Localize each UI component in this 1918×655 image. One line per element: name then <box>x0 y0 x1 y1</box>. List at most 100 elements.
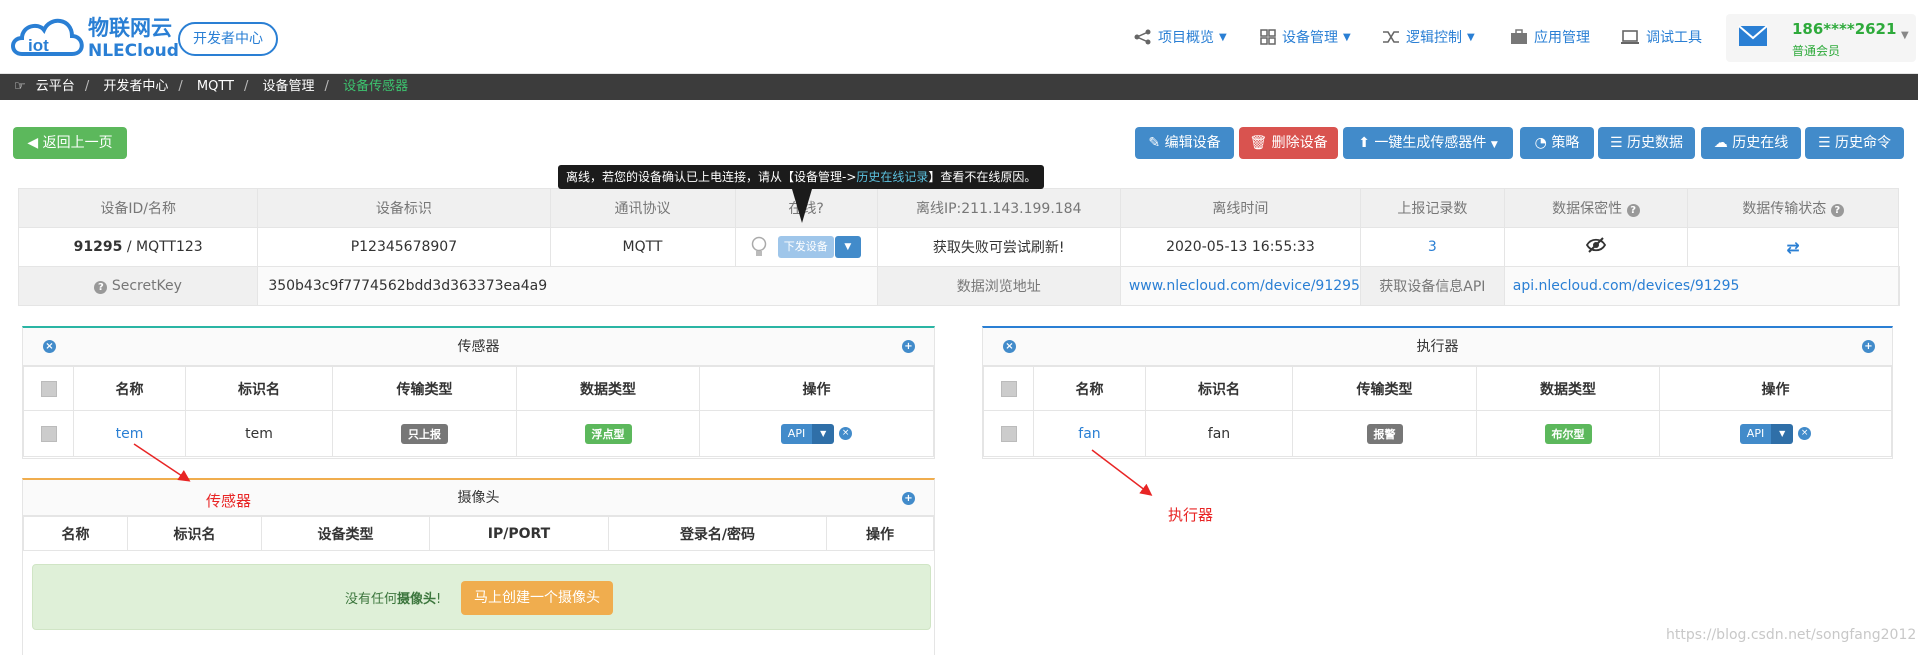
add-circle-icon[interactable]: + <box>902 492 915 505</box>
button-label: 历史数据 <box>1627 135 1683 151</box>
offline-ip-value: 获取失败可尝试刷新! <box>876 227 1121 267</box>
nav-label: 逻辑控制 <box>1406 30 1462 46</box>
mail-icon <box>1738 25 1768 46</box>
brand-en: NLECloud <box>88 41 179 61</box>
operations: API ▼ × <box>1659 410 1892 457</box>
nav-label: 调试工具 <box>1646 30 1702 46</box>
secret-key-value: 350b43c9f7774562bdd3d363373ea4a9 <box>257 266 878 306</box>
caret-down-icon[interactable]: ▼ <box>1771 423 1794 444</box>
eye-slash-icon[interactable] <box>1585 237 1607 253</box>
brand[interactable]: 物联网云 NLECloud <box>88 16 179 62</box>
column-header: 名称 <box>73 366 186 411</box>
column-header: 离线时间 <box>1119 188 1361 228</box>
empty-text: ! <box>436 592 442 607</box>
nav-label: 项目概览 <box>1158 30 1214 46</box>
api-url-link[interactable]: api.nlecloud.com/devices/91295 <box>1503 266 1900 306</box>
device-id: 91295 <box>73 239 123 255</box>
edit-icon: ✎ <box>1148 135 1161 151</box>
issue-device-button[interactable]: 下发设备 <box>777 236 834 258</box>
sensors-title: 传感器 <box>23 328 934 366</box>
watermark: https://blog.csdn.net/songfang2012 <box>1666 627 1917 643</box>
annotation-actuator: 执行器 <box>1168 506 1214 524</box>
breadcrumb-item[interactable]: 云平台 <box>36 79 75 94</box>
briefcase-icon <box>1511 29 1527 44</box>
breadcrumb-item[interactable]: MQTT <box>197 79 234 94</box>
question-icon[interactable]: ? <box>1830 204 1844 217</box>
add-circle-icon[interactable]: + <box>1862 340 1875 353</box>
nav-project-overview[interactable]: 项目概览 ▼ <box>1134 25 1227 49</box>
select-all-checkbox[interactable] <box>983 366 1034 411</box>
caret-down-icon: ▼ <box>1343 31 1351 43</box>
add-circle-icon[interactable]: + <box>902 340 915 353</box>
user-menu[interactable]: 186****2621 普通会员 ▼ <box>1726 14 1916 62</box>
button-label: 一键生成传感器件 <box>1374 135 1487 151</box>
empty-cell <box>1898 266 1900 306</box>
cloud-logo-icon[interactable]: iot <box>8 8 90 64</box>
cameras-panel: 摄像头 + 名称 标识名 设备类型 IP/PORT 登录名/密码 操作 没有任何… <box>22 478 935 655</box>
breadcrumb: ☞ 云平台 / 开发者中心 / MQTT / 设备管理 / 设备传感器 <box>0 74 1918 100</box>
breadcrumb-item[interactable]: 设备管理 <box>263 79 315 94</box>
generate-sensors-button[interactable]: ⬆ 一键生成传感器件 ▼ <box>1343 127 1513 159</box>
question-icon[interactable]: ? <box>94 281 108 294</box>
delete-circle-icon[interactable]: × <box>839 427 853 440</box>
dtype-badge: 布尔型 <box>1544 423 1592 444</box>
close-circle-icon[interactable]: × <box>1003 340 1016 353</box>
row-checkbox[interactable] <box>23 410 74 457</box>
data-type: 布尔型 <box>1476 410 1660 457</box>
actuators-title: 执行器 <box>983 328 1892 366</box>
data-privacy <box>1503 227 1689 267</box>
online-status: 下发设备 ▼ <box>734 227 878 267</box>
history-online-button[interactable]: ☁ 历史在线 <box>1701 127 1801 159</box>
transfer-type: 报警 <box>1292 410 1477 457</box>
nav-debug-tools[interactable]: 调试工具 <box>1620 25 1702 49</box>
button-label: 历史在线 <box>1732 135 1789 151</box>
history-online-link[interactable]: 历史在线记录 <box>856 170 928 184</box>
report-count-link[interactable]: 3 <box>1359 227 1505 267</box>
exchange-icon[interactable]: ⇄ <box>1786 238 1799 257</box>
brand-cn: 物联网云 <box>88 16 172 40</box>
select-all-checkbox[interactable] <box>23 366 74 411</box>
nav-app-management[interactable]: 应用管理 <box>1510 25 1590 49</box>
header-label: 数据保密性 <box>1552 201 1623 217</box>
offline-time: 2020-05-13 16:55:33 <box>1119 227 1361 267</box>
cameras-table: 名称 标识名 设备类型 IP/PORT 登录名/密码 操作 <box>23 516 934 551</box>
developer-center-button[interactable]: 开发者中心 <box>178 22 278 56</box>
caret-down-icon: ▼ <box>1490 140 1498 150</box>
back-button[interactable]: ◀ 返回上一页 <box>13 127 127 159</box>
browse-url-label: 数据浏览地址 <box>876 266 1121 306</box>
question-icon[interactable]: ? <box>1626 204 1640 217</box>
strategy-button[interactable]: ◔ 策略 <box>1520 127 1594 159</box>
button-label: 编辑设备 <box>1164 135 1221 151</box>
edit-device-button[interactable]: ✎ 编辑设备 <box>1135 127 1234 159</box>
button-label: 历史命令 <box>1835 135 1891 151</box>
nav-logic-control[interactable]: 逻辑控制 ▼ <box>1382 25 1475 49</box>
transfer-badge: 报警 <box>1366 423 1403 444</box>
column-header: 设备类型 <box>261 516 430 551</box>
create-camera-button[interactable]: 马上创建一个摄像头 <box>461 581 613 615</box>
column-header: 数据传输状态 ? <box>1687 188 1899 228</box>
row-checkbox[interactable] <box>983 410 1034 457</box>
share-nodes-icon <box>1134 29 1151 45</box>
history-data-button[interactable]: ☰ 历史数据 <box>1598 127 1695 159</box>
breadcrumb-item[interactable]: 开发者中心 <box>103 79 168 94</box>
column-header: 通讯协议 <box>549 188 736 228</box>
actuator-ident: fan <box>1145 410 1293 457</box>
history-command-button[interactable]: ☰ 历史命令 <box>1805 127 1904 159</box>
delete-device-button[interactable]: 🗑 删除设备 <box>1239 127 1338 159</box>
column-header: 名称 <box>23 516 128 551</box>
button-label: 删除设备 <box>1271 135 1328 151</box>
browse-url-link[interactable]: www.nlecloud.com/device/91295 <box>1119 266 1361 306</box>
tooltip-text: 离线，若您的设备确认已上电连接，请从【设备管理-> <box>566 170 857 184</box>
delete-circle-icon[interactable]: × <box>1798 427 1812 440</box>
caret-down-icon[interactable]: ▼ <box>834 236 861 258</box>
transfer-type: 只上报 <box>332 410 517 457</box>
caret-down-icon[interactable]: ▼ <box>812 423 835 444</box>
column-header: 操作 <box>1659 366 1892 411</box>
device-info-table: 设备ID/名称 设备标识 通讯协议 在线? 离线IP:211.143.199.1… <box>17 188 1900 306</box>
nav-label: 应用管理 <box>1534 30 1590 46</box>
api-button[interactable]: API <box>1739 423 1772 444</box>
device-tag: P12345678907 <box>257 227 551 267</box>
api-button[interactable]: API <box>780 423 813 444</box>
nav-device-management[interactable]: 设备管理 ▼ <box>1260 25 1351 49</box>
close-circle-icon[interactable]: × <box>43 340 56 353</box>
